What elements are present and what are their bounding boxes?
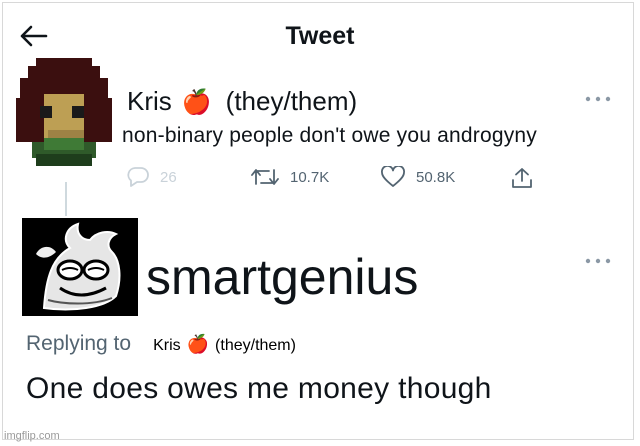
- page-title: Tweet: [285, 22, 355, 50]
- reply-bubble-icon: [127, 167, 149, 187]
- retweet-button[interactable]: 10.7K: [250, 166, 329, 188]
- like-count: 50.8K: [416, 168, 456, 186]
- avatar[interactable]: [8, 58, 120, 170]
- share-button[interactable]: [510, 166, 534, 190]
- share-icon: [512, 168, 532, 188]
- author-name-line[interactable]: Kris 🍎 (they/them): [127, 86, 357, 117]
- thread-line: [65, 182, 67, 216]
- replying-label: Replying to: [26, 332, 132, 355]
- author-name[interactable]: smartgenius: [146, 248, 418, 306]
- author-pronouns: (they/them): [225, 86, 358, 116]
- retweet-count: 10.7K: [290, 168, 330, 186]
- author-name[interactable]: Kris: [127, 86, 172, 116]
- apple-emoji: 🍎: [186, 334, 210, 354]
- reply-count: 26: [160, 168, 177, 186]
- reply-target-link[interactable]: Kris 🍎 (they/them): [153, 334, 296, 355]
- watermark: imgflip.com: [4, 430, 60, 442]
- more-dots-icon[interactable]: [584, 257, 612, 265]
- reply-button[interactable]: 26: [126, 166, 177, 188]
- heart-icon: [381, 166, 405, 187]
- avatar[interactable]: [22, 218, 138, 316]
- replying-to-line: Replying to Kris 🍎 (they/them): [26, 332, 296, 356]
- retweet-icon: [251, 169, 279, 185]
- tweet-text: non-binary people don't owe you androgyn…: [122, 124, 537, 147]
- tweet-text: One does owes me money though: [26, 372, 492, 405]
- more-dots-icon[interactable]: [584, 95, 612, 103]
- reply-target-pronouns: (they/them): [215, 337, 296, 354]
- like-button[interactable]: 50.8K: [380, 166, 455, 188]
- apple-emoji: 🍎: [181, 89, 212, 116]
- reply-target-name[interactable]: Kris: [153, 337, 181, 354]
